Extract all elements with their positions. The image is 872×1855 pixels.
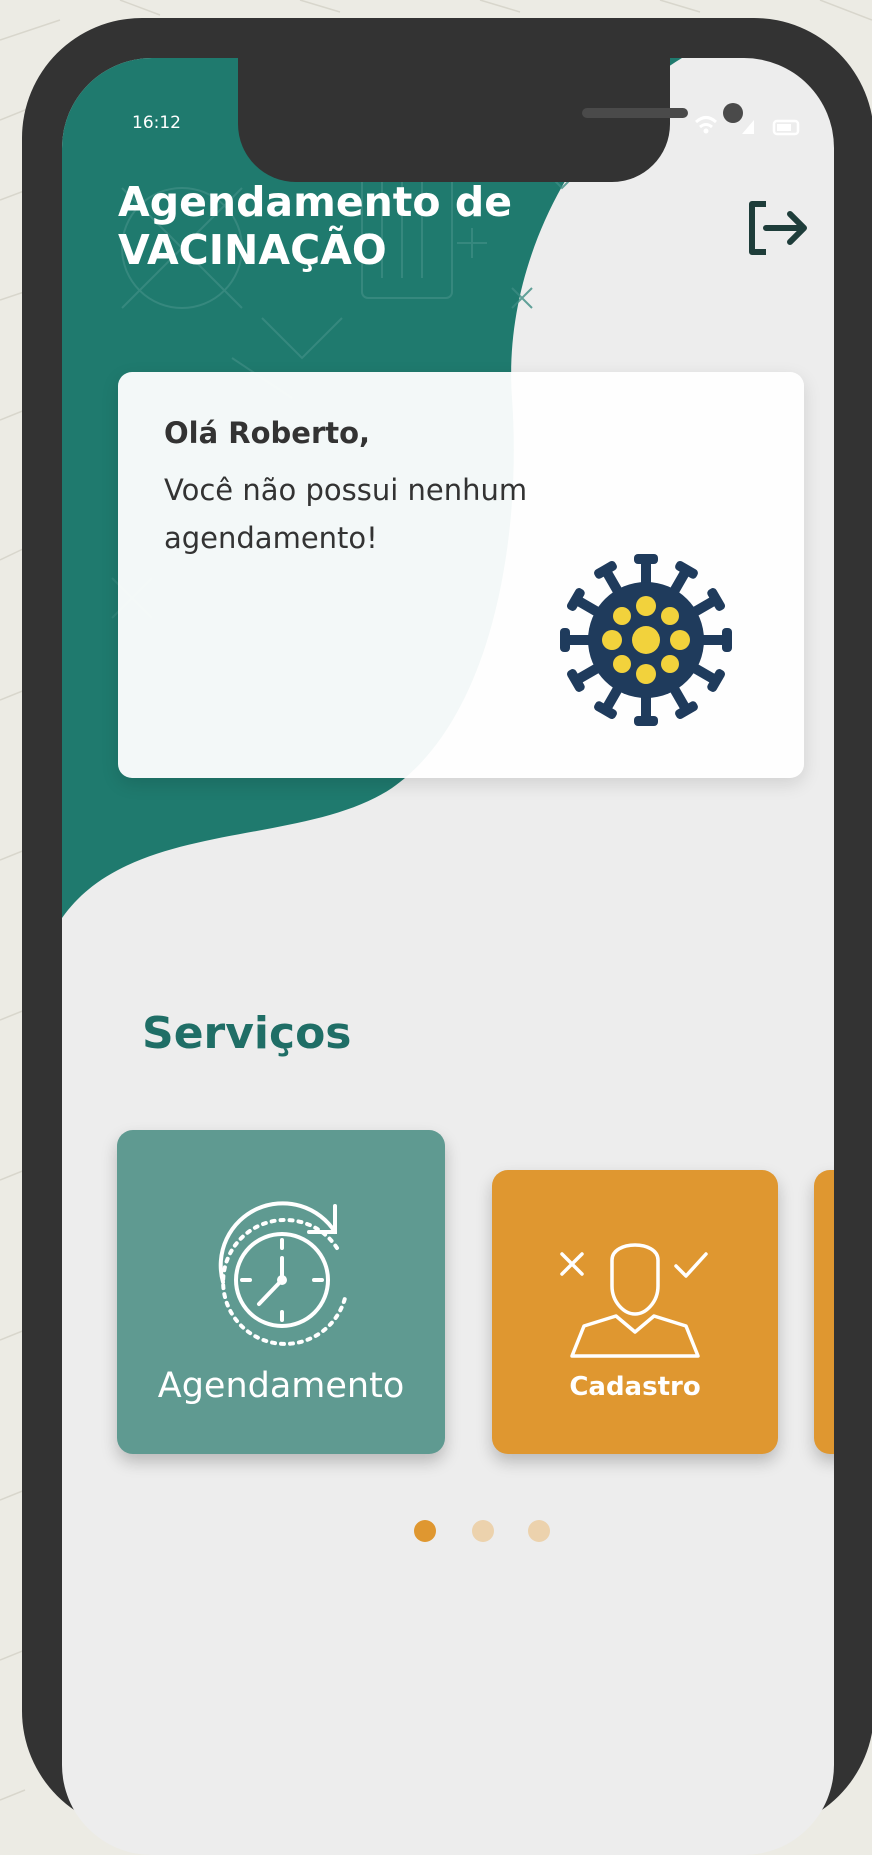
page-title: Agendamento de VACINAÇÃO [118, 178, 512, 274]
phone-frame: 16:12 Agendamento de VACINAÇÃO Olá Rober… [22, 18, 872, 1855]
cadastro-label: Cadastro [569, 1372, 701, 1402]
speaker [582, 108, 688, 118]
notice-card: Olá Roberto, Você não possui nenhum agen… [118, 372, 804, 778]
phone-notch [238, 58, 743, 182]
status-icons [694, 116, 800, 136]
no-appointment-message: Você não possui nenhum agendamento! [164, 473, 528, 555]
pagination-dot-2[interactable] [472, 1520, 494, 1542]
carousel-pagination [414, 1520, 554, 1546]
app-screen: 16:12 Agendamento de VACINAÇÃO Olá Rober… [62, 58, 834, 1855]
wifi-icon [694, 116, 718, 129]
greeting-text: Olá Roberto, [164, 416, 371, 450]
pagination-dot-1[interactable] [414, 1520, 436, 1542]
agendamento-card[interactable]: Agendamento [117, 1130, 445, 1454]
agendamento-label: Agendamento [157, 1366, 405, 1406]
title-line-1: Agendamento de [118, 178, 513, 226]
status-time: 16:12 [132, 113, 181, 133]
cadastro-card[interactable]: Cadastro [492, 1170, 778, 1454]
logout-icon[interactable] [742, 196, 814, 260]
title-line-2: VACINAÇÃO [118, 226, 387, 274]
signal-icon [742, 120, 754, 134]
next-service-card[interactable] [814, 1170, 834, 1454]
pagination-dot-3[interactable] [528, 1520, 550, 1542]
virus-icon [560, 554, 732, 726]
clock-refresh-icon [218, 1201, 347, 1346]
user-check-icon [560, 1243, 708, 1358]
services-heading: Serviços [142, 1008, 352, 1059]
